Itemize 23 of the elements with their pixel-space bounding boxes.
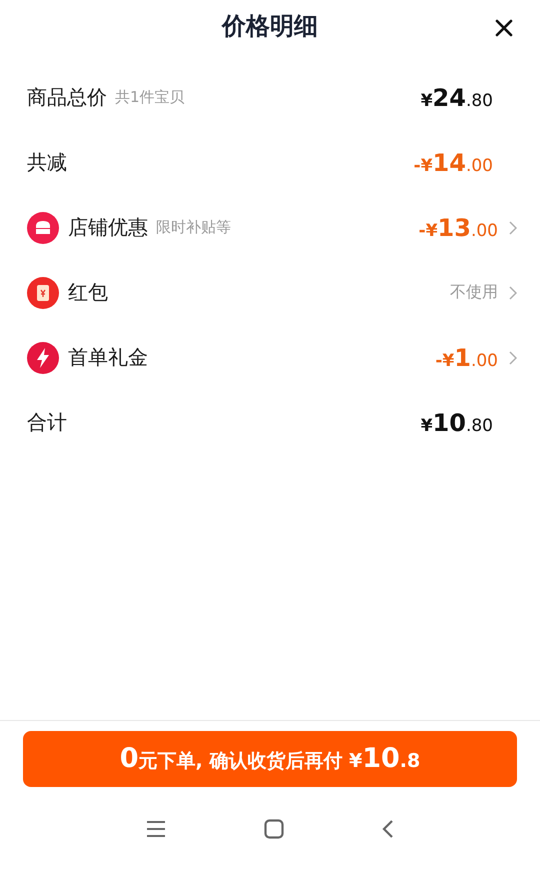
sheet-title: 价格明细 (222, 11, 318, 42)
menu-icon[interactable] (146, 820, 166, 838)
row-label: 店铺优惠 (68, 214, 148, 241)
price-amount: -¥1.00 (435, 344, 498, 372)
back-icon[interactable] (382, 819, 394, 839)
lightning-icon (27, 342, 59, 374)
price-amount: -¥13.00 (418, 214, 498, 242)
row-label: 商品总价 (27, 84, 107, 111)
row-label: 首单礼金 (68, 344, 148, 371)
home-icon[interactable] (264, 819, 284, 839)
row-note: 共1件宝贝 (115, 88, 185, 107)
row-label: 红包 (68, 279, 108, 306)
row-label: 共减 (27, 149, 67, 176)
close-icon[interactable] (494, 18, 514, 38)
row-value: 不使用 (450, 282, 498, 303)
pay-button[interactable]: 0元下单, 确认收货后再付 ¥10.8 (23, 731, 517, 787)
shop-icon (27, 212, 59, 244)
row-label: 合计 (27, 409, 67, 436)
price-amount: ¥24.80 (420, 84, 493, 112)
price-amount: ¥10.80 (420, 408, 493, 436)
price-amount: -¥14.00 (414, 148, 493, 176)
envelope-icon (27, 276, 59, 308)
row-note: 限时补贴等 (156, 218, 231, 237)
